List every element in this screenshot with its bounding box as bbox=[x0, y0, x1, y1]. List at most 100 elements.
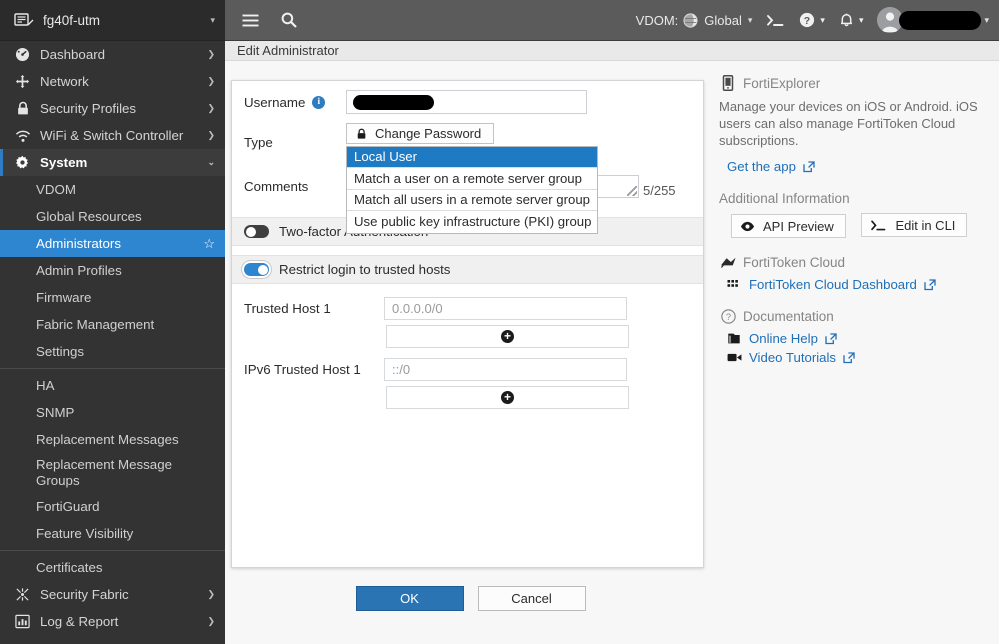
favorite-star-icon[interactable]: ☆ bbox=[203, 236, 215, 252]
help-circle-icon: ? bbox=[719, 309, 737, 324]
add-trusted-host-button[interactable]: + bbox=[386, 325, 629, 348]
type-option-local-user[interactable]: Local User bbox=[347, 147, 597, 169]
fortigate-app-window: fg40f-utm ▾ Dashboard ❯ Network ❯ Securi… bbox=[0, 0, 999, 644]
api-preview-button[interactable]: API Preview bbox=[731, 214, 846, 238]
username-value-redacted bbox=[353, 95, 434, 110]
gear-icon bbox=[14, 155, 31, 170]
cli-console-icon[interactable] bbox=[766, 13, 785, 28]
right-info-panel: FortiExplorer Manage your devices on iOS… bbox=[709, 61, 999, 644]
sidebar-item-administrators[interactable]: Administrators ☆ bbox=[0, 230, 225, 257]
cancel-button[interactable]: Cancel bbox=[478, 586, 586, 611]
username-label-group: Username i bbox=[244, 95, 346, 110]
username-input[interactable] bbox=[346, 90, 587, 114]
eye-icon bbox=[740, 221, 755, 232]
bell-icon[interactable]: ▾ bbox=[839, 12, 864, 28]
online-help-link[interactable]: Online Help bbox=[719, 331, 987, 346]
sidebar-item-feature-visibility[interactable]: Feature Visibility bbox=[0, 520, 225, 547]
sidebar-item-log-report[interactable]: Log & Report ❯ bbox=[0, 608, 225, 635]
globe-icon bbox=[683, 13, 698, 28]
ipv6-trusted-host-1-placeholder: ::/0 bbox=[392, 362, 410, 377]
sidebar-divider bbox=[0, 550, 225, 551]
video-camera-icon bbox=[727, 352, 743, 363]
svg-text:?: ? bbox=[725, 312, 730, 322]
ipv6-trusted-host-1-input[interactable]: ::/0 bbox=[384, 358, 627, 381]
ok-button[interactable]: OK bbox=[356, 586, 464, 611]
username-redacted bbox=[899, 11, 981, 30]
sidebar-item-network[interactable]: Network ❯ bbox=[0, 68, 225, 95]
hamburger-menu-icon[interactable] bbox=[235, 5, 265, 35]
type-option-pki-group[interactable]: Use public key infrastructure (PKI) grou… bbox=[347, 211, 597, 233]
type-option-match-all-users-remote[interactable]: Match all users in a remote server group bbox=[347, 190, 597, 212]
type-option-match-user-remote[interactable]: Match a user on a remote server group bbox=[347, 168, 597, 190]
change-password-button[interactable]: Change Password bbox=[346, 123, 494, 144]
sidebar-item-label: VDOM bbox=[36, 182, 215, 198]
sidebar-item-label: Admin Profiles bbox=[36, 263, 215, 279]
restrict-login-row[interactable]: Restrict login to trusted hosts bbox=[232, 255, 703, 284]
sidebar-item-label: WiFi & Switch Controller bbox=[40, 128, 201, 143]
sidebar-item-ha[interactable]: HA bbox=[0, 372, 225, 399]
fortiexplorer-section-header: FortiExplorer bbox=[719, 75, 987, 91]
user-account-menu[interactable]: ▾ bbox=[877, 7, 989, 33]
type-options-list[interactable]: Local User Match a user on a remote serv… bbox=[346, 146, 598, 234]
mobile-device-icon bbox=[719, 75, 737, 91]
resize-handle-icon[interactable] bbox=[627, 186, 637, 196]
chevron-down-icon: ▾ bbox=[820, 15, 825, 26]
sidebar-item-settings[interactable]: Settings bbox=[0, 338, 225, 365]
info-icon[interactable]: i bbox=[312, 96, 325, 109]
ipv6-trusted-host-1-label: IPv6 Trusted Host 1 bbox=[244, 362, 384, 377]
sidebar-item-fortiguard[interactable]: FortiGuard bbox=[0, 493, 225, 520]
two-factor-toggle[interactable] bbox=[244, 225, 269, 238]
trusted-host-1-input[interactable]: 0.0.0.0/0 bbox=[384, 297, 627, 320]
sidebar-item-global-resources[interactable]: Global Resources bbox=[0, 203, 225, 230]
sidebar-item-security-profiles[interactable]: Security Profiles ❯ bbox=[0, 95, 225, 122]
sidebar-item-system[interactable]: System ⌄ bbox=[0, 149, 225, 176]
sidebar-item-dashboard[interactable]: Dashboard ❯ bbox=[0, 41, 225, 68]
chevron-down-icon: ▾ bbox=[748, 15, 753, 26]
sidebar-item-vdom[interactable]: VDOM bbox=[0, 176, 225, 203]
external-link-icon bbox=[843, 352, 855, 364]
fortitoken-cloud-dashboard-link[interactable]: FortiToken Cloud Dashboard bbox=[719, 277, 987, 292]
documentation-section: ? Documentation Online Help bbox=[719, 309, 987, 365]
sidebar-item-label: Dashboard bbox=[40, 47, 201, 62]
sidebar-item-label: Security Profiles bbox=[40, 101, 201, 116]
chevron-down-icon: ▾ bbox=[859, 15, 864, 26]
main-region: VDOM: Global ▾ ? ▾ ▾ bbox=[225, 0, 999, 644]
sidebar-item-admin-profiles[interactable]: Admin Profiles bbox=[0, 257, 225, 284]
chevron-down-icon: ▾ bbox=[210, 15, 215, 26]
vdom-selector[interactable]: VDOM: Global ▾ bbox=[636, 13, 753, 28]
vdom-value: Global bbox=[704, 13, 742, 28]
edit-administrator-form: Username i Type Comments bbox=[231, 80, 704, 568]
sidebar-item-replacement-messages[interactable]: Replacement Messages bbox=[0, 426, 225, 453]
chevron-down-icon: ▾ bbox=[984, 15, 989, 26]
chevron-right-icon: ❯ bbox=[207, 74, 215, 89]
ipv6-add-trusted-host-row: + bbox=[232, 384, 703, 410]
sidebar-item-certificates[interactable]: Certificates bbox=[0, 554, 225, 581]
search-icon[interactable] bbox=[274, 5, 304, 35]
sidebar-item-label: Log & Report bbox=[40, 614, 201, 629]
sidebar-item-label: Network bbox=[40, 74, 201, 89]
external-link-icon bbox=[803, 161, 815, 173]
sidebar-divider bbox=[0, 368, 225, 369]
documentation-title: Documentation bbox=[743, 309, 834, 324]
add-ipv6-trusted-host-button[interactable]: + bbox=[386, 386, 629, 409]
sidebar-item-label: Fabric Management bbox=[36, 317, 215, 333]
restrict-login-toggle[interactable] bbox=[244, 263, 269, 276]
wifi-icon bbox=[14, 129, 31, 143]
sidebar-item-label: SNMP bbox=[36, 405, 215, 421]
sidebar-item-fabric-management[interactable]: Fabric Management bbox=[0, 311, 225, 338]
toggle-knob bbox=[258, 265, 268, 275]
sidebar-item-snmp[interactable]: SNMP bbox=[0, 399, 225, 426]
trusted-host-1-placeholder: 0.0.0.0/0 bbox=[392, 301, 443, 316]
video-tutorials-link[interactable]: Video Tutorials bbox=[719, 350, 987, 365]
sidebar-item-security-fabric[interactable]: Security Fabric ❯ bbox=[0, 581, 225, 608]
book-icon bbox=[727, 332, 743, 345]
device-name-selector[interactable]: fg40f-utm ▾ bbox=[0, 0, 225, 41]
help-icon[interactable]: ? ▾ bbox=[799, 12, 825, 28]
sidebar-item-wifi-switch-controller[interactable]: WiFi & Switch Controller ❯ bbox=[0, 122, 225, 149]
device-icon bbox=[14, 12, 34, 28]
edit-in-cli-button[interactable]: Edit in CLI bbox=[861, 213, 967, 237]
get-the-app-link[interactable]: Get the app bbox=[719, 159, 987, 174]
sidebar-item-replacement-message-groups[interactable]: Replacement Message Groups bbox=[0, 453, 225, 493]
plus-icon: + bbox=[501, 330, 514, 343]
sidebar-item-firmware[interactable]: Firmware bbox=[0, 284, 225, 311]
